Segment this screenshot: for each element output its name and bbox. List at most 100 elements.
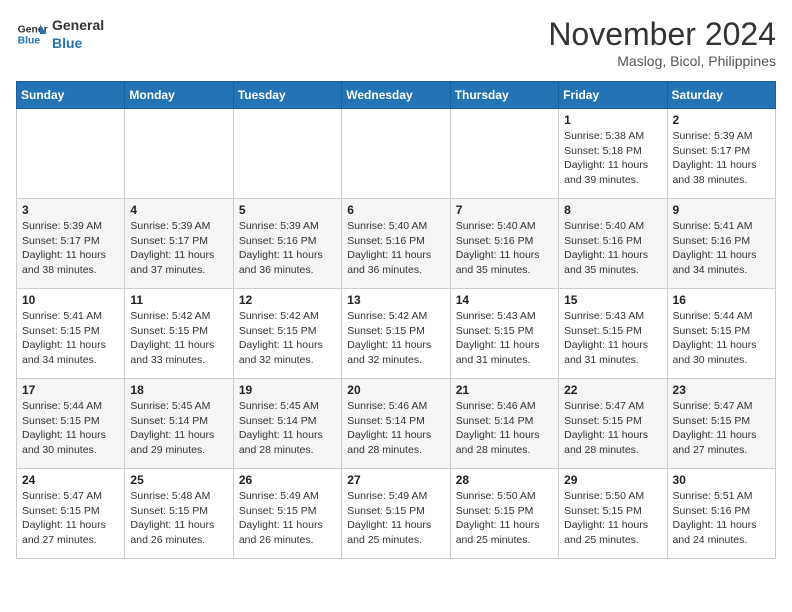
weekday-header-friday: Friday: [559, 82, 667, 109]
calendar-cell: 30 Sunrise: 5:51 AMSunset: 5:16 PMDayligh…: [667, 469, 775, 559]
day-info: Sunrise: 5:51 AMSunset: 5:16 PMDaylight:…: [673, 489, 770, 548]
day-number: 9: [673, 203, 770, 217]
calendar-cell: 14 Sunrise: 5:43 AMSunset: 5:15 PMDayligh…: [450, 289, 558, 379]
logo-line2: Blue: [52, 34, 104, 52]
day-info: Sunrise: 5:41 AMSunset: 5:15 PMDaylight:…: [22, 309, 119, 368]
day-info: Sunrise: 5:40 AMSunset: 5:16 PMDaylight:…: [456, 219, 553, 278]
month-title: November 2024: [548, 16, 776, 53]
day-info: Sunrise: 5:46 AMSunset: 5:14 PMDaylight:…: [456, 399, 553, 458]
weekday-header-monday: Monday: [125, 82, 233, 109]
day-number: 20: [347, 383, 444, 397]
calendar-cell: 7 Sunrise: 5:40 AMSunset: 5:16 PMDaylight…: [450, 199, 558, 289]
day-number: 8: [564, 203, 661, 217]
calendar-cell: 15 Sunrise: 5:43 AMSunset: 5:15 PMDayligh…: [559, 289, 667, 379]
logo-line1: General: [52, 16, 104, 34]
calendar-cell: 5 Sunrise: 5:39 AMSunset: 5:16 PMDaylight…: [233, 199, 341, 289]
calendar-cell: 27 Sunrise: 5:49 AMSunset: 5:15 PMDayligh…: [342, 469, 450, 559]
calendar-cell: [125, 109, 233, 199]
day-number: 2: [673, 113, 770, 127]
day-info: Sunrise: 5:39 AMSunset: 5:17 PMDaylight:…: [130, 219, 227, 278]
calendar-cell: 28 Sunrise: 5:50 AMSunset: 5:15 PMDayligh…: [450, 469, 558, 559]
day-number: 6: [347, 203, 444, 217]
calendar-cell: [17, 109, 125, 199]
day-number: 15: [564, 293, 661, 307]
day-number: 5: [239, 203, 336, 217]
day-info: Sunrise: 5:46 AMSunset: 5:14 PMDaylight:…: [347, 399, 444, 458]
day-number: 26: [239, 473, 336, 487]
calendar-cell: 21 Sunrise: 5:46 AMSunset: 5:14 PMDayligh…: [450, 379, 558, 469]
location: Maslog, Bicol, Philippines: [548, 53, 776, 69]
weekday-header-sunday: Sunday: [17, 82, 125, 109]
day-info: Sunrise: 5:40 AMSunset: 5:16 PMDaylight:…: [564, 219, 661, 278]
day-number: 16: [673, 293, 770, 307]
calendar-cell: 6 Sunrise: 5:40 AMSunset: 5:16 PMDaylight…: [342, 199, 450, 289]
calendar-cell: 3 Sunrise: 5:39 AMSunset: 5:17 PMDaylight…: [17, 199, 125, 289]
title-section: November 2024 Maslog, Bicol, Philippines: [548, 16, 776, 69]
calendar-cell: [450, 109, 558, 199]
day-number: 21: [456, 383, 553, 397]
calendar-cell: 16 Sunrise: 5:44 AMSunset: 5:15 PMDayligh…: [667, 289, 775, 379]
day-info: Sunrise: 5:39 AMSunset: 5:17 PMDaylight:…: [673, 129, 770, 188]
day-info: Sunrise: 5:44 AMSunset: 5:15 PMDaylight:…: [22, 399, 119, 458]
day-info: Sunrise: 5:49 AMSunset: 5:15 PMDaylight:…: [347, 489, 444, 548]
day-number: 25: [130, 473, 227, 487]
day-number: 11: [130, 293, 227, 307]
calendar-table: SundayMondayTuesdayWednesdayThursdayFrid…: [16, 81, 776, 559]
day-number: 12: [239, 293, 336, 307]
day-info: Sunrise: 5:39 AMSunset: 5:16 PMDaylight:…: [239, 219, 336, 278]
day-number: 27: [347, 473, 444, 487]
day-number: 1: [564, 113, 661, 127]
day-info: Sunrise: 5:44 AMSunset: 5:15 PMDaylight:…: [673, 309, 770, 368]
day-info: Sunrise: 5:42 AMSunset: 5:15 PMDaylight:…: [130, 309, 227, 368]
calendar-cell: 13 Sunrise: 5:42 AMSunset: 5:15 PMDayligh…: [342, 289, 450, 379]
calendar-cell: 18Sunrise: 5:45 AMSunset: 5:14 PMDayligh…: [125, 379, 233, 469]
day-info: Sunrise: 5:39 AMSunset: 5:17 PMDaylight:…: [22, 219, 119, 278]
calendar-cell: 10 Sunrise: 5:41 AMSunset: 5:15 PMDayligh…: [17, 289, 125, 379]
day-info: Sunrise: 5:45 AMSunset: 5:14 PMDaylight:…: [130, 399, 227, 458]
calendar-cell: 19Sunrise: 5:45 AMSunset: 5:14 PMDayligh…: [233, 379, 341, 469]
day-info: Sunrise: 5:45 AMSunset: 5:14 PMDaylight:…: [239, 399, 336, 458]
day-info: Sunrise: 5:49 AMSunset: 5:15 PMDaylight:…: [239, 489, 336, 548]
calendar-cell: 17 Sunrise: 5:44 AMSunset: 5:15 PMDayligh…: [17, 379, 125, 469]
day-info: Sunrise: 5:48 AMSunset: 5:15 PMDaylight:…: [130, 489, 227, 548]
weekday-header-wednesday: Wednesday: [342, 82, 450, 109]
svg-text:Blue: Blue: [18, 36, 41, 47]
day-number: 7: [456, 203, 553, 217]
day-number: 23: [673, 383, 770, 397]
day-number: 28: [456, 473, 553, 487]
day-info: Sunrise: 5:50 AMSunset: 5:15 PMDaylight:…: [564, 489, 661, 548]
day-info: Sunrise: 5:43 AMSunset: 5:15 PMDaylight:…: [564, 309, 661, 368]
calendar-cell: 8 Sunrise: 5:40 AMSunset: 5:16 PMDaylight…: [559, 199, 667, 289]
calendar-cell: 24Sunrise: 5:47 AMSunset: 5:15 PMDayligh…: [17, 469, 125, 559]
day-info: Sunrise: 5:42 AMSunset: 5:15 PMDaylight:…: [347, 309, 444, 368]
day-number: 24: [22, 473, 119, 487]
calendar-cell: [342, 109, 450, 199]
day-number: 30: [673, 473, 770, 487]
day-number: 4: [130, 203, 227, 217]
day-info: Sunrise: 5:40 AMSunset: 5:16 PMDaylight:…: [347, 219, 444, 278]
day-number: 10: [22, 293, 119, 307]
logo: General Blue General Blue: [16, 16, 104, 52]
day-info: Sunrise: 5:43 AMSunset: 5:15 PMDaylight:…: [456, 309, 553, 368]
day-number: 29: [564, 473, 661, 487]
calendar-cell: 2 Sunrise: 5:39 AMSunset: 5:17 PMDaylight…: [667, 109, 775, 199]
calendar-cell: 25 Sunrise: 5:48 AMSunset: 5:15 PMDayligh…: [125, 469, 233, 559]
day-number: 14: [456, 293, 553, 307]
calendar-cell: 22Sunrise: 5:47 AMSunset: 5:15 PMDayligh…: [559, 379, 667, 469]
calendar-cell: 23 Sunrise: 5:47 AMSunset: 5:15 PMDayligh…: [667, 379, 775, 469]
day-info: Sunrise: 5:42 AMSunset: 5:15 PMDaylight:…: [239, 309, 336, 368]
calendar-cell: 12 Sunrise: 5:42 AMSunset: 5:15 PMDayligh…: [233, 289, 341, 379]
day-number: 13: [347, 293, 444, 307]
day-info: Sunrise: 5:38 AMSunset: 5:18 PMDaylight:…: [564, 129, 661, 188]
day-number: 3: [22, 203, 119, 217]
calendar-cell: 1 Sunrise: 5:38 AMSunset: 5:18 PMDaylight…: [559, 109, 667, 199]
calendar-cell: 11 Sunrise: 5:42 AMSunset: 5:15 PMDayligh…: [125, 289, 233, 379]
weekday-header-thursday: Thursday: [450, 82, 558, 109]
calendar-cell: 20 Sunrise: 5:46 AMSunset: 5:14 PMDayligh…: [342, 379, 450, 469]
day-info: Sunrise: 5:50 AMSunset: 5:15 PMDaylight:…: [456, 489, 553, 548]
day-info: Sunrise: 5:47 AMSunset: 5:15 PMDaylight:…: [564, 399, 661, 458]
day-info: Sunrise: 5:47 AMSunset: 5:15 PMDaylight:…: [673, 399, 770, 458]
day-number: 17: [22, 383, 119, 397]
page-header: General Blue General Blue November 2024 …: [16, 16, 776, 69]
day-info: Sunrise: 5:41 AMSunset: 5:16 PMDaylight:…: [673, 219, 770, 278]
